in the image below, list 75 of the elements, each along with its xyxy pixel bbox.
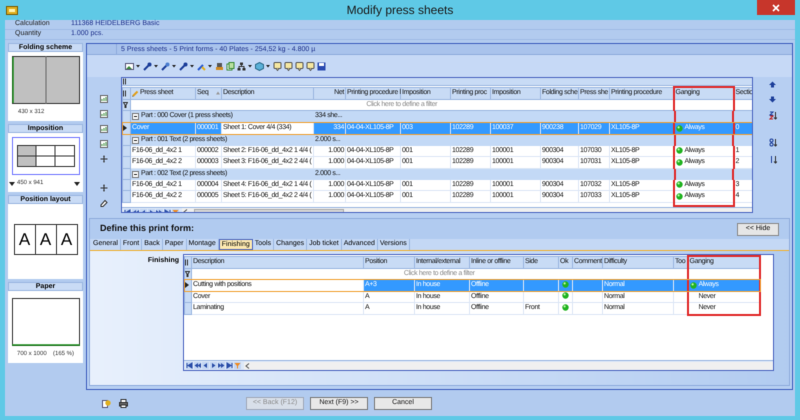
caret-icon[interactable] xyxy=(154,64,158,68)
current-row-icon xyxy=(123,125,127,132)
move-down-icon[interactable] xyxy=(769,96,776,103)
horizontal-scrollbar[interactable] xyxy=(244,362,773,370)
caret-icon[interactable] xyxy=(190,64,194,68)
caret-icon[interactable] xyxy=(172,64,176,68)
filter-icon xyxy=(123,102,128,108)
next-button[interactable] xyxy=(210,362,217,369)
note-icon[interactable] xyxy=(295,62,304,70)
next-page-button[interactable] xyxy=(218,362,225,369)
note-icon[interactable] xyxy=(306,62,315,70)
sort-icon[interactable] xyxy=(768,138,776,147)
chart-sheet-icon[interactable] xyxy=(100,140,108,148)
print-icon[interactable] xyxy=(119,398,128,408)
hierarchy-icon[interactable] xyxy=(237,62,246,70)
note-icon[interactable] xyxy=(284,62,293,70)
wrench-icon[interactable] xyxy=(179,62,188,70)
wrench-icon[interactable] xyxy=(161,62,170,70)
sort-icon[interactable] xyxy=(768,155,776,164)
next-page-icon xyxy=(218,362,225,369)
sort-icon[interactable] xyxy=(768,111,776,120)
filter-icon xyxy=(185,270,190,277)
caret-icon[interactable] xyxy=(208,64,212,68)
previous-page-button[interactable] xyxy=(194,362,201,369)
section-title: Define this print form: xyxy=(100,222,194,236)
chart-sheet-icon[interactable] xyxy=(100,125,108,133)
imposition-drawing xyxy=(12,137,80,175)
current-row-icon xyxy=(185,282,189,288)
note-icon[interactable] xyxy=(273,62,282,70)
group-panel-icon xyxy=(123,78,126,85)
window-title: Modify press sheets xyxy=(346,2,454,19)
paper-drawing xyxy=(12,298,80,346)
position-letter: A xyxy=(34,224,56,255)
eraser-icon[interactable] xyxy=(100,199,108,207)
previous-page-icon xyxy=(194,362,201,369)
last-page-icon xyxy=(226,362,233,369)
last-page-button[interactable] xyxy=(226,362,233,369)
dropdown-icon[interactable] xyxy=(74,182,80,186)
close-button[interactable] xyxy=(757,0,795,15)
chart-sheet-icon[interactable] xyxy=(100,95,108,103)
first-page-button[interactable] xyxy=(186,362,193,369)
chart-sheet-icon[interactable] xyxy=(100,110,108,118)
column-chooser-icon xyxy=(185,258,188,266)
wrench-icon[interactable] xyxy=(143,62,152,70)
column-chooser-icon xyxy=(123,90,126,96)
move-up-icon[interactable] xyxy=(769,81,776,88)
position-letter: A xyxy=(14,224,36,255)
dropdown-icon[interactable] xyxy=(9,182,15,186)
position-letter: A xyxy=(56,224,78,255)
filter-icon xyxy=(234,362,241,369)
cube-icon[interactable] xyxy=(255,62,264,70)
close-icon xyxy=(772,4,780,12)
pencil-icon xyxy=(132,90,139,96)
copy-icon[interactable] xyxy=(226,62,235,70)
app-icon xyxy=(6,6,18,14)
split-icon[interactable] xyxy=(100,184,108,192)
folding-scheme-drawing xyxy=(12,56,80,104)
split-icon[interactable] xyxy=(100,155,108,163)
caret-icon[interactable] xyxy=(266,64,270,68)
scroll-left-icon xyxy=(245,362,250,368)
first-page-icon xyxy=(186,362,193,369)
sort-ascending-icon xyxy=(216,91,220,95)
next-icon xyxy=(210,362,217,369)
brush-icon[interactable] xyxy=(197,62,206,70)
caret-icon[interactable] xyxy=(136,64,140,68)
caret-icon[interactable] xyxy=(248,64,252,68)
previous-icon xyxy=(202,362,209,369)
stamp-icon[interactable] xyxy=(215,62,224,70)
collapse-icon[interactable] xyxy=(132,170,139,178)
picture-icon[interactable] xyxy=(125,62,134,70)
collapse-icon[interactable] xyxy=(132,113,139,120)
collapse-icon[interactable] xyxy=(132,136,139,144)
previous-button[interactable] xyxy=(202,362,209,369)
save-icon[interactable] xyxy=(317,62,326,70)
help-icon[interactable] xyxy=(102,398,111,408)
